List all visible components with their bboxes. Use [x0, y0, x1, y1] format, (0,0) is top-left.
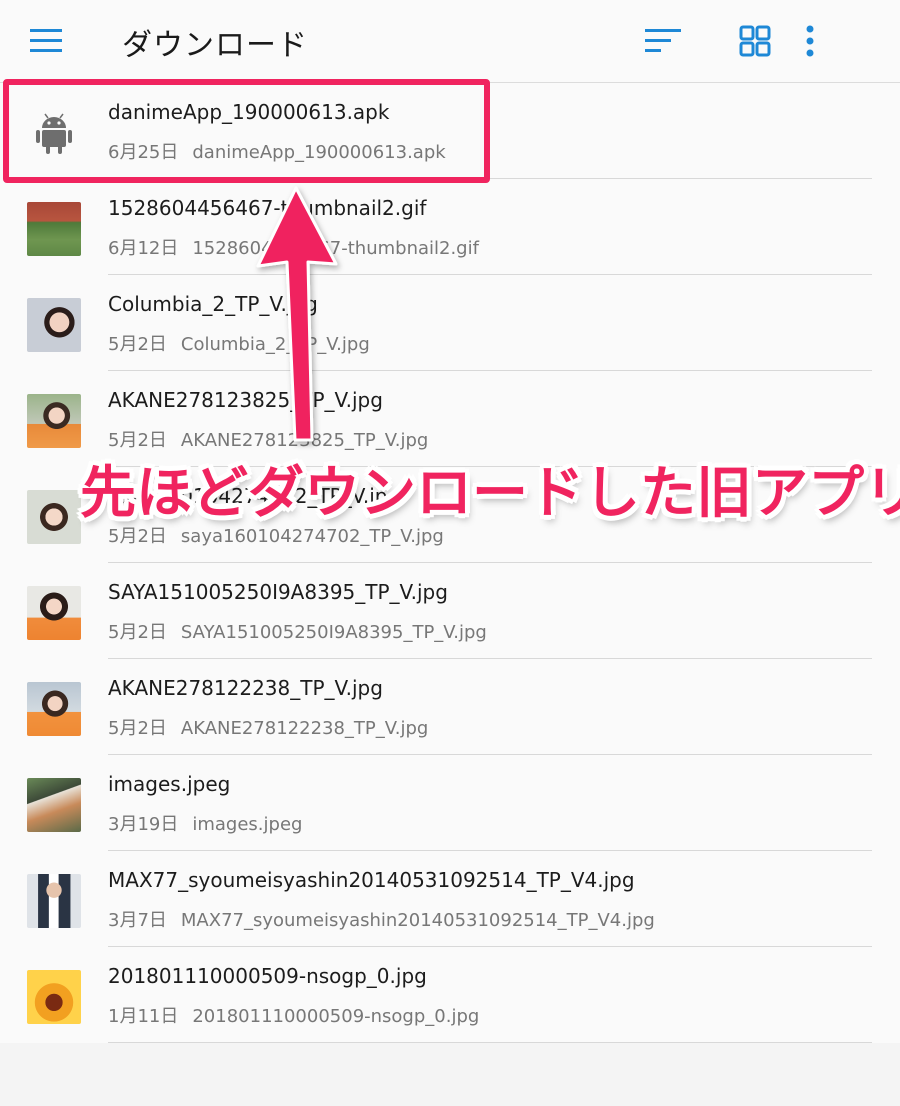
file-path: 1528604456467-thumbnail2.gif — [192, 238, 479, 259]
thumbnail — [27, 106, 81, 160]
image-thumbnail — [27, 298, 81, 352]
file-row[interactable]: MAX77_syoumeisyashin20140531092514_TP_V4… — [0, 851, 900, 947]
file-date: 1月11日 — [108, 1006, 179, 1027]
image-thumbnail — [27, 778, 81, 832]
image-thumbnail — [27, 682, 81, 736]
file-name: images.jpeg — [108, 772, 231, 796]
image-thumbnail — [27, 394, 81, 448]
file-row[interactable]: 201801110000509-nsogp_0.jpg 1月11日 2018011… — [0, 947, 900, 1043]
file-path: saya160104274702_TP_V.jpg — [180, 526, 444, 547]
file-path: MAX77_syoumeisyashin20140531092514_TP_V4… — [180, 910, 655, 931]
page-title: ダウンロード — [122, 28, 308, 63]
file-path: Columbia_2_TP_V.jpg — [180, 334, 370, 355]
file-row[interactable]: AKANE278122238_TP_V.jpg 5月2日 AKANE2781222… — [0, 659, 900, 755]
file-meta: 1月11日 201801110000509-nsogp_0.jpg — [108, 1002, 479, 1028]
file-date: 3月19日 — [108, 814, 179, 835]
app-toolbar: ダウンロード — [0, 0, 900, 83]
image-thumbnail — [27, 874, 81, 928]
file-path: danimeApp_190000613.apk — [192, 142, 446, 163]
more-options-button[interactable] — [781, 12, 839, 70]
file-row[interactable]: Columbia_2_TP_V.jpg 5月2日 Columbia_2_TP_V.… — [0, 275, 900, 371]
file-list: danimeApp_190000613.apk 6月25日 danimeApp_1… — [0, 83, 900, 1043]
file-name: MAX77_syoumeisyashin20140531092514_TP_V4… — [108, 868, 635, 892]
image-thumbnail — [27, 586, 81, 640]
file-name: AKANE278123825_TP_V.jpg — [108, 388, 383, 412]
annotation-label: 先ほどダウンロードした旧アプリ — [80, 461, 900, 526]
image-thumbnail — [27, 970, 81, 1024]
file-name: Columbia_2_TP_V.jpg — [108, 292, 318, 316]
hamburger-menu-icon — [30, 29, 62, 52]
file-path: 201801110000509-nsogp_0.jpg — [192, 1006, 480, 1027]
file-meta: 5月2日 SAYA151005250I9A8395_TP_V.jpg — [108, 618, 487, 644]
file-row[interactable]: danimeApp_190000613.apk 6月25日 danimeApp_1… — [0, 83, 900, 179]
row-divider — [108, 1042, 872, 1043]
file-row[interactable]: images.jpeg 3月19日 images.jpeg — [0, 755, 900, 851]
image-thumbnail — [27, 202, 81, 256]
file-meta: 3月19日 images.jpeg — [108, 810, 302, 836]
file-path: AKANE278122238_TP_V.jpg — [180, 718, 429, 739]
file-meta: 3月7日 MAX77_syoumeisyashin20140531092514_T… — [108, 906, 655, 932]
file-path: SAYA151005250I9A8395_TP_V.jpg — [180, 622, 487, 643]
file-row[interactable]: 1528604456467-thumbnail2.gif 6月12日 152860… — [0, 179, 900, 275]
file-date: 5月2日 — [108, 526, 167, 547]
file-date: 6月12日 — [108, 238, 179, 259]
file-date: 6月25日 — [108, 142, 179, 163]
file-name: AKANE278122238_TP_V.jpg — [108, 676, 383, 700]
file-name: danimeApp_190000613.apk — [108, 100, 390, 124]
file-meta: 5月2日 AKANE278122238_TP_V.jpg — [108, 714, 428, 740]
file-name: 201801110000509-nsogp_0.jpg — [108, 964, 427, 988]
sort-icon — [645, 29, 681, 52]
android-icon — [36, 113, 72, 154]
grid-view-button[interactable] — [726, 12, 784, 70]
file-date: 5月2日 — [108, 622, 167, 643]
image-thumbnail — [27, 490, 81, 544]
file-date: 5月2日 — [108, 334, 167, 355]
grid-view-icon — [739, 25, 771, 57]
file-date: 5月2日 — [108, 718, 167, 739]
file-meta: 5月2日 Columbia_2_TP_V.jpg — [108, 330, 370, 356]
file-date: 3月7日 — [108, 910, 167, 931]
file-path: images.jpeg — [192, 814, 303, 835]
menu-button[interactable] — [18, 12, 76, 70]
file-meta: 6月25日 danimeApp_190000613.apk — [108, 138, 446, 164]
file-meta: 6月12日 1528604456467-thumbnail2.gif — [108, 234, 479, 260]
file-row[interactable]: SAYA151005250I9A8395_TP_V.jpg 5月2日 SAYA15… — [0, 563, 900, 659]
file-name: 1528604456467-thumbnail2.gif — [108, 196, 427, 220]
sort-button[interactable] — [635, 12, 693, 70]
file-name: SAYA151005250I9A8395_TP_V.jpg — [108, 580, 448, 604]
more-vert-icon — [806, 25, 814, 57]
